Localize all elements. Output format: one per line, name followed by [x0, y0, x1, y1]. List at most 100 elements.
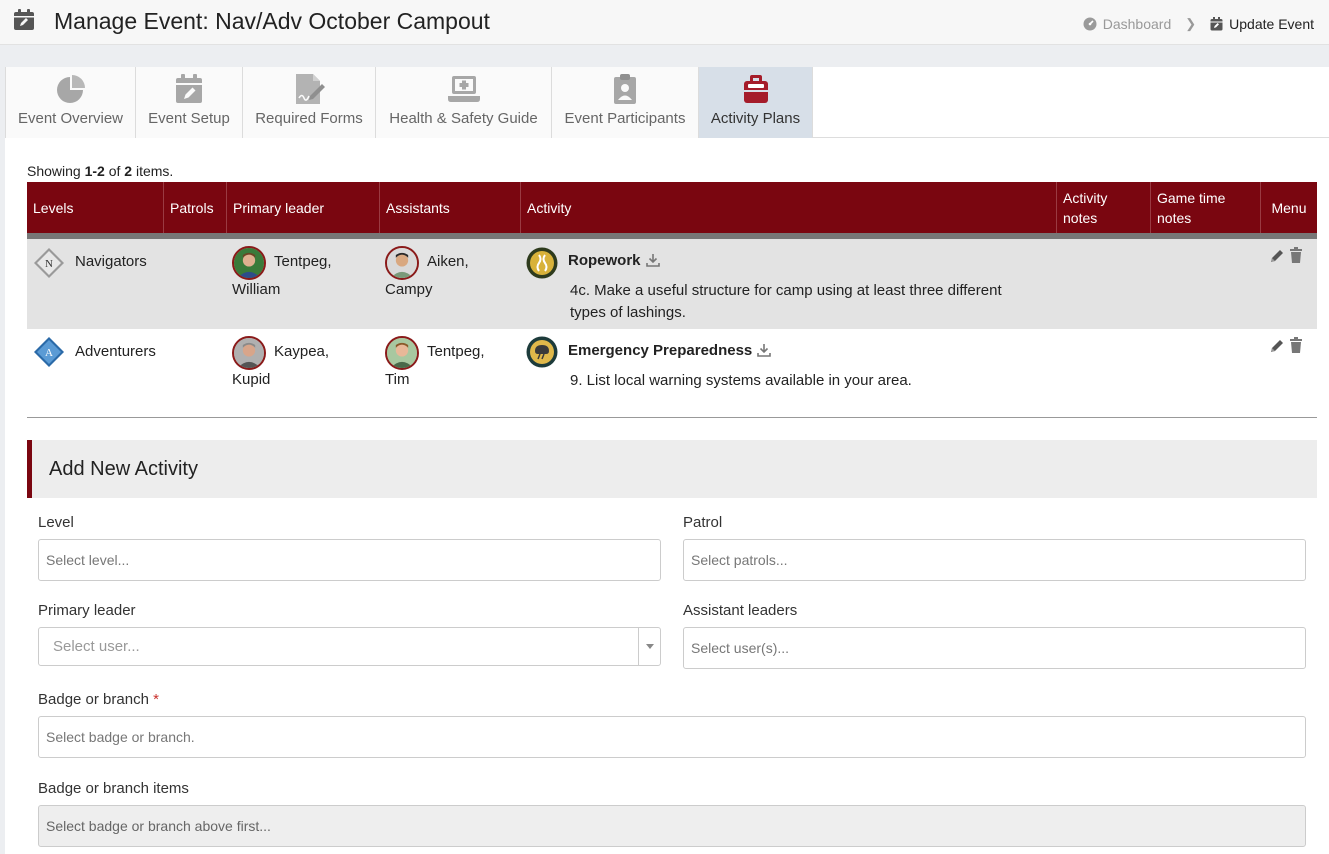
delete-trash-icon[interactable] — [1289, 247, 1303, 263]
tab-label: Health & Safety Guide — [389, 110, 538, 127]
breadcrumb-dashboard-label: Dashboard — [1102, 16, 1172, 32]
tab-label: Required Forms — [255, 110, 363, 127]
breadcrumb-dashboard[interactable]: Dashboard — [1083, 16, 1172, 32]
emergency-preparedness-badge-icon — [526, 336, 558, 368]
tab-activity-plans[interactable]: Activity Plans — [698, 67, 813, 138]
col-levels[interactable]: Levels — [27, 182, 164, 233]
col-label: Activity — [527, 199, 572, 216]
main-content: Showing 1-2 of 2 items. Levels Patrols P… — [5, 138, 1329, 854]
summary-suffix: items. — [132, 163, 174, 179]
add-activity-panel-header: Add New Activity — [27, 440, 1317, 498]
ropework-badge-icon — [526, 247, 558, 279]
panel-title: Add New Activity — [49, 458, 198, 480]
svg-text:A: A — [45, 347, 53, 359]
activity-desc-line: 4c. Make a useful structure for camp usi… — [570, 282, 1002, 299]
table-header: Levels Patrols Primary leader Assistants… — [27, 182, 1317, 239]
first-aid-bag-icon — [743, 75, 768, 103]
col-label: Levels — [33, 199, 74, 216]
badge-branch-label-text: Badge or branch — [38, 691, 149, 708]
page-header: Manage Event: Nav/Adv October Campout Da… — [0, 0, 1329, 45]
assistant-leaders-placeholder: Select user(s)... — [691, 640, 790, 656]
assistant-first-name: Tim — [385, 371, 410, 388]
col-label-line: notes — [1063, 209, 1098, 226]
assistant-leaders-label: Assistant leaders — [683, 602, 798, 619]
col-label-line: notes — [1157, 209, 1192, 226]
primary-leader-select[interactable]: Select user... — [38, 627, 661, 666]
col-assistants[interactable]: Assistants — [380, 182, 521, 233]
leader-last-name: Tentpeg, — [274, 253, 332, 270]
edit-pencil-icon[interactable] — [1269, 248, 1283, 264]
table-row: A Adventurers Kaypea, Kupid Tentpeg, Tim… — [27, 329, 1317, 396]
required-asterisk: * — [153, 691, 159, 708]
activity-title-text: Emergency Preparedness — [568, 342, 753, 359]
navigators-level-icon: N — [34, 248, 64, 278]
activity-description: 9. List local warning systems available … — [570, 370, 912, 392]
calendar-edit-icon — [1210, 17, 1223, 31]
breadcrumb: Dashboard ❯ Update Event — [1083, 16, 1314, 32]
tab-required-forms[interactable]: Required Forms — [242, 67, 376, 138]
avatar — [232, 246, 266, 280]
avatar — [385, 246, 419, 280]
badge-items-select: Select badge or branch above first... — [38, 805, 1306, 847]
activity-desc-line: 9. List local warning systems available … — [570, 372, 912, 389]
clipboard-user-icon — [614, 74, 636, 104]
edit-pencil-icon[interactable] — [1269, 338, 1283, 354]
caret-down-icon[interactable] — [638, 628, 660, 665]
summary-prefix: Showing — [27, 163, 85, 179]
activity-title-text: Ropework — [568, 252, 641, 269]
leader-last-name: Kaypea, — [274, 343, 330, 360]
col-label: Patrols — [170, 199, 214, 216]
badge-items-label: Badge or branch items — [38, 780, 189, 797]
results-summary: Showing 1-2 of 2 items. — [27, 163, 173, 179]
primary-leader-placeholder: Select user... — [53, 638, 140, 655]
primary-leader-label: Primary leader — [38, 602, 136, 619]
tab-bar: Event Overview Event Setup Required Form… — [5, 67, 1329, 138]
level-name: Navigators — [75, 253, 147, 270]
level-name: Adventurers — [75, 343, 156, 360]
col-patrols[interactable]: Patrols — [164, 182, 227, 233]
col-activity[interactable]: Activity — [521, 182, 1057, 233]
assistant-leaders-select[interactable]: Select user(s)... — [683, 627, 1306, 669]
col-menu: Menu — [1261, 182, 1317, 233]
assistant-first-name: Campy — [385, 281, 433, 298]
breadcrumb-update-event: Update Event — [1210, 16, 1314, 32]
summary-of: of — [104, 163, 125, 179]
col-activity-notes[interactable]: Activity notes — [1057, 182, 1151, 233]
tab-label: Event Overview — [17, 110, 124, 127]
signed-document-icon — [296, 74, 325, 104]
patrol-select[interactable]: Select patrols... — [683, 539, 1306, 581]
col-label: Game time notes — [1157, 188, 1225, 228]
patrol-placeholder: Select patrols... — [691, 552, 788, 568]
adventurers-level-icon: A — [34, 337, 64, 367]
avatar — [385, 336, 419, 370]
tab-event-participants[interactable]: Event Participants — [551, 67, 699, 138]
delete-trash-icon[interactable] — [1289, 337, 1303, 353]
summary-total: 2 — [124, 163, 133, 179]
download-icon[interactable] — [757, 343, 772, 357]
calendar-edit-icon — [176, 74, 202, 103]
tab-label: Event Setup — [148, 110, 230, 127]
tab-health-safety-guide[interactable]: Health & Safety Guide — [375, 67, 552, 138]
col-primary-leader[interactable]: Primary leader — [227, 182, 380, 233]
tab-label: Activity Plans — [710, 110, 801, 127]
tab-label: Event Participants — [564, 110, 686, 127]
activity-desc-line: types of lashings. — [570, 304, 686, 321]
level-select[interactable]: Select level... — [38, 539, 661, 581]
avatar — [232, 336, 266, 370]
section-divider — [27, 417, 1317, 418]
leader-first-name: William — [232, 281, 281, 298]
activity-description: 4c. Make a useful structure for camp usi… — [570, 280, 1002, 324]
download-icon[interactable] — [645, 253, 660, 267]
col-label-line: Game time — [1157, 189, 1226, 206]
breadcrumb-update-event-label: Update Event — [1229, 16, 1314, 32]
col-game-time-notes[interactable]: Game time notes — [1151, 182, 1261, 233]
badge-branch-select[interactable]: Select badge or branch. — [38, 716, 1306, 758]
svg-text:N: N — [45, 258, 53, 270]
tab-event-setup[interactable]: Event Setup — [135, 67, 243, 138]
assistant-last-name: Tentpeg, — [427, 343, 485, 360]
col-label-line: Activity — [1063, 189, 1108, 206]
col-label: Activity notes — [1063, 188, 1107, 228]
tab-event-overview[interactable]: Event Overview — [5, 67, 136, 138]
chevron-right-icon: ❯ — [1185, 16, 1197, 31]
summary-range: 1-2 — [84, 163, 105, 179]
